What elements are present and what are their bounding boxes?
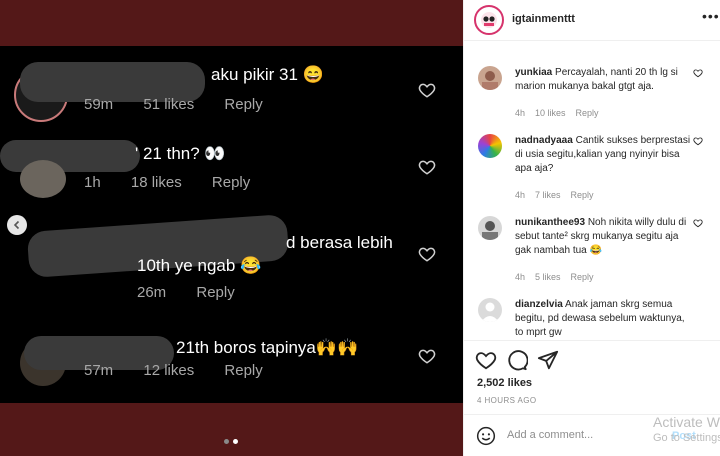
heart-icon xyxy=(418,247,436,262)
like-button-heart-icon[interactable] xyxy=(475,349,497,371)
carousel-dot-active xyxy=(233,439,238,444)
comment-time: 57m xyxy=(84,362,114,379)
comment-text-continued: 10th ye ngab 😂 xyxy=(137,256,262,275)
comment-time: 4h xyxy=(515,272,526,282)
reply-link: Reply xyxy=(211,174,251,191)
reply-button[interactable]: Reply xyxy=(571,190,594,200)
reply-link: Reply xyxy=(196,284,235,301)
screenshot-comment: ' 21 thn? 👀 1h 18 likes Reply xyxy=(0,138,463,198)
comment-likes[interactable]: 10 likes xyxy=(535,108,566,118)
share-button-paper-plane-icon[interactable] xyxy=(537,349,559,371)
reply-link: Reply xyxy=(224,96,263,113)
default-avatar-icon xyxy=(481,302,499,322)
heart-icon xyxy=(418,160,436,175)
comment-username[interactable]: nunikanthee93 xyxy=(515,217,585,228)
post-side-panel: igtainmenttt ••• yunkiaa Percayalah, nan… xyxy=(463,0,720,456)
add-comment-input[interactable] xyxy=(507,429,647,441)
previous-slide-button[interactable] xyxy=(7,215,27,235)
comment-likes: 18 likes xyxy=(130,174,182,191)
comment-time: 1h xyxy=(84,174,101,191)
comment-text: aku pikir 31 😄 xyxy=(211,65,324,84)
post-media: aku pikir 31 😄 59m 51 likes Reply ' 21 t… xyxy=(0,0,463,456)
comments-list[interactable]: yunkiaa Percayalah, nanti 20 th lg si ma… xyxy=(464,42,720,340)
comment-time: 59m xyxy=(84,96,114,113)
screenshot-comment: d berasa lebih 10th ye ngab 😂 26m Reply xyxy=(0,211,463,301)
comment-time: 26m xyxy=(137,284,167,301)
reply-button[interactable]: Reply xyxy=(571,272,594,282)
avatar xyxy=(20,160,66,198)
comment-likes: 51 likes xyxy=(143,96,195,113)
reply-button[interactable]: Reply xyxy=(576,108,599,118)
screenshot-comment: aku pikir 31 😄 59m 51 likes Reply xyxy=(0,60,463,122)
account-logo-icon xyxy=(481,12,497,28)
avatar[interactable] xyxy=(478,134,502,158)
like-comment-icon[interactable] xyxy=(693,68,703,78)
like-comment-icon[interactable] xyxy=(693,136,703,146)
avatar[interactable] xyxy=(478,298,502,322)
comment-username[interactable]: nadnadyaaa xyxy=(515,135,573,146)
comment-likes: 12 likes xyxy=(143,362,195,379)
account-avatar[interactable] xyxy=(474,5,504,35)
avatar[interactable] xyxy=(478,216,502,240)
comment-time: 4h xyxy=(515,190,526,200)
comment-likes[interactable]: 5 likes xyxy=(535,272,561,282)
like-comment-icon[interactable] xyxy=(693,218,703,228)
more-options-button[interactable]: ••• xyxy=(702,8,720,24)
instagram-post-view: aku pikir 31 😄 59m 51 likes Reply ' 21 t… xyxy=(0,0,720,456)
avatar[interactable] xyxy=(478,66,502,90)
heart-icon xyxy=(418,349,436,364)
comment-time: 4h xyxy=(515,108,526,118)
comment-button-icon[interactable] xyxy=(506,349,528,371)
chevron-left-icon xyxy=(13,220,20,230)
screenshot-image: aku pikir 31 😄 59m 51 likes Reply ' 21 t… xyxy=(0,46,463,403)
comment-text: ' 21 thn? 👀 xyxy=(135,144,226,163)
comment-text: 21th boros tapinya🙌🙌 xyxy=(176,338,359,357)
add-comment-bar: Post xyxy=(464,414,720,456)
account-username[interactable]: igtainmenttt xyxy=(512,13,575,25)
post-comment-button[interactable]: Post xyxy=(672,430,696,442)
carousel-dot xyxy=(224,439,229,444)
user-avatar-icon xyxy=(482,71,498,90)
comment-likes[interactable]: 7 likes xyxy=(535,190,561,200)
post-actions: 2,502 likes 4 HOURS AGO Post xyxy=(464,340,720,456)
post-timestamp: 4 HOURS AGO xyxy=(477,396,537,405)
emoji-icon[interactable] xyxy=(476,426,496,446)
comment-username[interactable]: yunkiaa xyxy=(515,67,552,78)
reply-link: Reply xyxy=(224,362,263,379)
likes-count[interactable]: 2,502 likes xyxy=(477,377,532,389)
user-avatar-icon xyxy=(482,221,498,240)
comment-username[interactable]: dianzelvia xyxy=(515,299,563,310)
carousel-indicator xyxy=(224,439,238,444)
comment-text: d berasa lebih xyxy=(286,233,393,252)
blurred-username xyxy=(0,140,140,172)
post-header: igtainmenttt ••• xyxy=(464,0,720,41)
screenshot-comment: 21th boros tapinya🙌🙌 57m 12 likes Reply xyxy=(0,334,463,394)
heart-icon xyxy=(418,83,436,98)
